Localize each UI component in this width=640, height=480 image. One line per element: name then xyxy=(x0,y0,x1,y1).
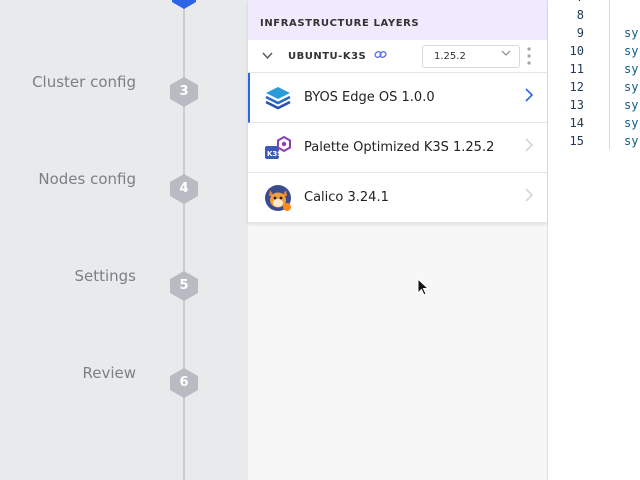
step-label: Settings xyxy=(74,267,136,285)
line-number: 7 xyxy=(554,0,584,4)
code-text: sy xyxy=(624,80,639,94)
step-number-hex-icon: 4 xyxy=(168,173,200,205)
wizard-step-review[interactable]: Review 6 xyxy=(0,364,248,404)
layer-name: BYOS Edge OS 1.0.0 xyxy=(304,90,435,105)
step-label: Cluster config xyxy=(32,73,136,91)
code-line: 12 sy xyxy=(548,80,640,98)
wizard-step-nodes-config[interactable]: Nodes config 4 xyxy=(0,170,248,210)
code-text: sy xyxy=(624,62,639,76)
code-line: 10 sy xyxy=(548,44,640,62)
layer-row-k3s[interactable]: K3S Palette Optimized K3S 1.25.2 xyxy=(248,123,547,173)
infrastructure-layers-card: INFRASTRUCTURE LAYERS UBUNTU-K3S 1.25.2 xyxy=(248,0,547,223)
code-line: 11 sy xyxy=(548,62,640,80)
line-number: 15 xyxy=(569,134,584,148)
layers-title: INFRASTRUCTURE LAYERS xyxy=(260,18,420,29)
code-line: 8 xyxy=(548,8,640,26)
layers-panel: INFRASTRUCTURE LAYERS UBUNTU-K3S 1.25.2 xyxy=(248,0,548,480)
byos-stack-icon xyxy=(264,84,292,112)
pack-name: UBUNTU-K3S xyxy=(288,50,367,62)
step-number-hex-icon: 6 xyxy=(168,367,200,399)
step-number-hex-icon: 5 xyxy=(168,270,200,302)
layer-name: Palette Optimized K3S 1.25.2 xyxy=(304,140,495,155)
chevron-right-icon xyxy=(525,188,534,206)
line-number: 12 xyxy=(569,80,584,94)
code-text: sy xyxy=(624,26,639,40)
active-step-hex-icon[interactable] xyxy=(170,0,198,10)
code-text: sy xyxy=(624,98,639,112)
calico-icon xyxy=(264,184,292,212)
wizard-progress-line xyxy=(183,0,185,480)
code-line: 9 sy xyxy=(548,26,640,44)
version-select[interactable]: 1.25.2 xyxy=(422,45,520,68)
version-value: 1.25.2 xyxy=(434,51,466,62)
layer-name: Calico 3.24.1 xyxy=(304,190,389,205)
layers-header: INFRASTRUCTURE LAYERS xyxy=(248,0,547,40)
layer-row-byos-edge-os[interactable]: BYOS Edge OS 1.0.0 xyxy=(248,73,547,123)
step-number: 3 xyxy=(179,84,189,99)
line-number: 11 xyxy=(569,62,584,76)
code-line: 15 sy xyxy=(548,134,640,152)
wizard-step-settings[interactable]: Settings 5 xyxy=(0,267,248,307)
yaml-editor[interactable]: 7 8 9 sy 10 sy 11 sy 12 sy 13 sy 14 sy 1… xyxy=(548,0,640,480)
chevron-right-icon xyxy=(525,138,534,156)
code-line: 13 sy xyxy=(548,98,640,116)
step-label: Review xyxy=(82,364,136,382)
link-icon[interactable] xyxy=(374,48,387,64)
code-text: sy xyxy=(624,116,639,130)
chevron-down-icon xyxy=(501,49,511,60)
wizard-sidebar: Cluster config 3 Nodes config 4 Settings… xyxy=(0,0,248,480)
code-text: sy xyxy=(624,44,639,58)
step-number: 5 xyxy=(179,278,189,293)
line-number: 8 xyxy=(576,8,584,22)
svg-text:K3S: K3S xyxy=(267,150,282,158)
chevron-down-icon[interactable] xyxy=(262,50,276,63)
kebab-menu-icon[interactable] xyxy=(526,46,532,66)
wizard-step-cluster-config[interactable]: Cluster config 3 xyxy=(0,73,248,113)
line-number: 10 xyxy=(569,44,584,58)
chevron-right-icon xyxy=(525,88,534,106)
line-number: 13 xyxy=(569,98,584,112)
code-line: 14 sy xyxy=(548,116,640,134)
k3s-icon: K3S xyxy=(264,134,292,162)
pack-row: UBUNTU-K3S 1.25.2 xyxy=(248,40,547,73)
line-number: 9 xyxy=(576,26,584,40)
line-number: 14 xyxy=(569,116,584,130)
step-number: 6 xyxy=(179,375,189,390)
mouse-cursor-icon xyxy=(417,277,430,300)
step-number: 4 xyxy=(179,181,189,196)
code-text: sy xyxy=(624,134,639,148)
code-line: 7 xyxy=(548,0,640,8)
step-number-hex-icon: 3 xyxy=(168,76,200,108)
layer-row-calico[interactable]: Calico 3.24.1 xyxy=(248,173,547,223)
step-label: Nodes config xyxy=(38,170,136,188)
